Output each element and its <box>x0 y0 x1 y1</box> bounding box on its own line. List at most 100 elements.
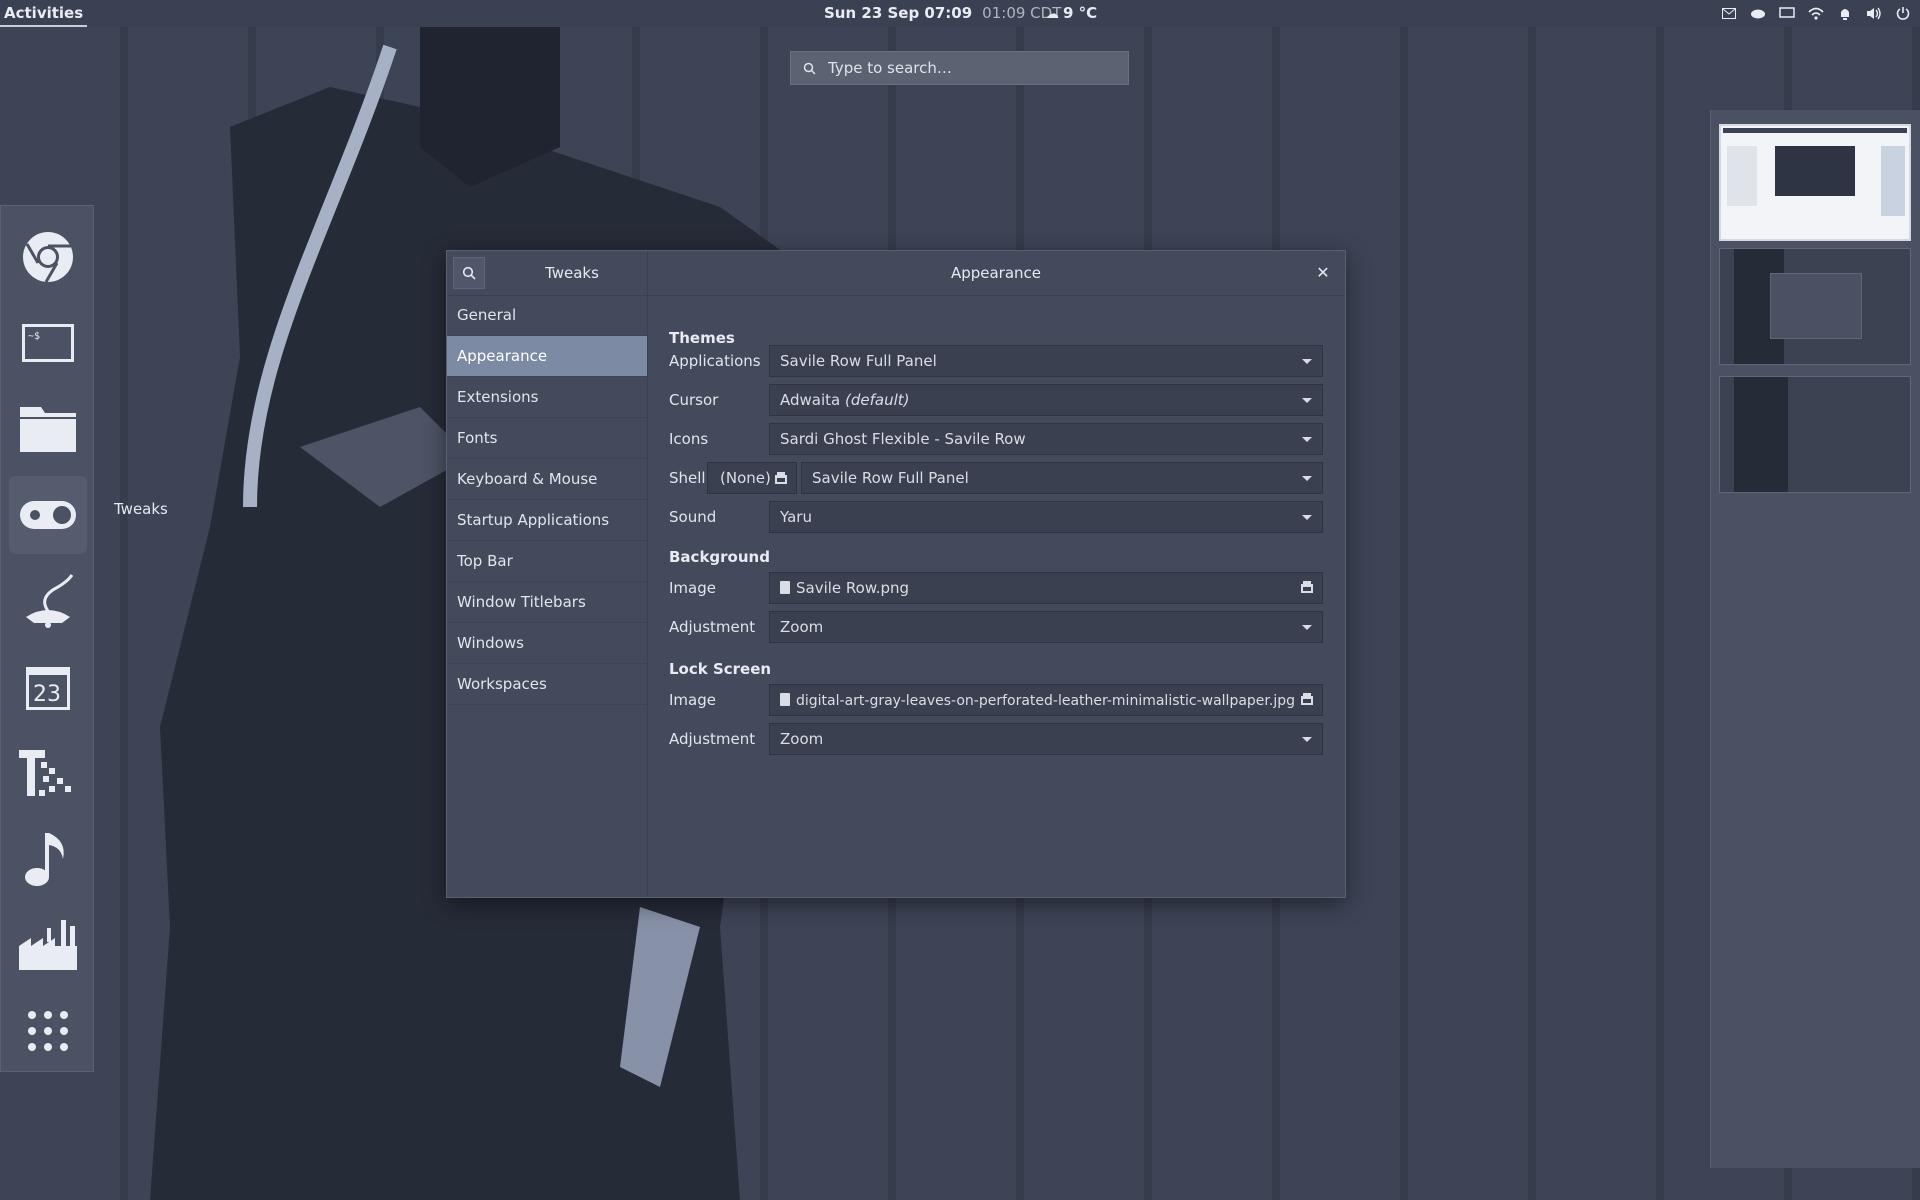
factory-icon <box>19 920 77 970</box>
calendar-launcher[interactable]: 23 <box>9 648 87 726</box>
show-apps-button[interactable] <box>9 992 87 1070</box>
volume-icon[interactable] <box>1865 5 1883 21</box>
pixel-app-launcher[interactable] <box>9 734 87 812</box>
chevron-down-icon <box>1302 437 1312 442</box>
weather-indicator[interactable]: ☁ 9 °C <box>1046 0 1097 28</box>
workspace-thumbnail-2[interactable] <box>1719 248 1911 365</box>
background-heading: Background <box>669 548 770 566</box>
terminal-icon: ~$ <box>22 324 74 362</box>
cursor-default-tag: (default) <box>845 391 910 409</box>
nav-item-extensions[interactable]: Extensions <box>447 377 647 418</box>
chevron-down-icon <box>1302 359 1312 364</box>
overview-search[interactable] <box>790 51 1129 85</box>
terminal-launcher[interactable]: ~$ <box>9 304 87 382</box>
nav-item-appearance[interactable]: Appearance <box>447 336 647 377</box>
dash: ~$ 23 <box>0 205 94 1072</box>
chevron-down-icon <box>1302 737 1312 742</box>
shell-none-value: (None) <box>720 469 771 487</box>
shell-none-button[interactable]: (None) <box>707 462 797 494</box>
wifi-icon[interactable] <box>1807 5 1825 21</box>
shell-value: Savile Row Full Panel <box>812 469 969 487</box>
genie-lamp-icon <box>26 574 74 628</box>
nav-item-windows[interactable]: Windows <box>447 623 647 664</box>
cloud-icon[interactable] <box>1749 5 1767 21</box>
icons-label: Icons <box>669 430 709 448</box>
tweaks-sidebar: General Appearance Extensions Fonts Keyb… <box>447 295 648 897</box>
genie-launcher[interactable] <box>9 562 87 640</box>
close-button[interactable]: ✕ <box>1313 263 1333 283</box>
applications-dropdown[interactable]: Savile Row Full Panel <box>769 345 1323 377</box>
file-chooser-icon <box>775 472 787 484</box>
lock-adjustment-label: Adjustment <box>669 730 756 748</box>
factory-launcher[interactable] <box>9 906 87 984</box>
chevron-down-icon <box>1302 476 1312 481</box>
calendar-icon: 23 <box>26 667 70 710</box>
search-input[interactable] <box>826 58 1100 78</box>
nav-item-startup-applications[interactable]: Startup Applications <box>447 500 647 541</box>
file-chooser-icon <box>1301 581 1313 593</box>
chevron-down-icon <box>1302 625 1312 630</box>
sound-value: Yaru <box>780 508 812 526</box>
shell-dropdown[interactable]: Savile Row Full Panel <box>801 462 1323 494</box>
sound-label: Sound <box>669 508 717 526</box>
weather-icon: ☁ <box>1046 7 1059 22</box>
music-icon <box>25 833 64 886</box>
power-icon[interactable] <box>1894 5 1912 21</box>
shell-label: Shell <box>669 469 706 487</box>
close-icon: ✕ <box>1316 263 1330 282</box>
nav-item-window-titlebars[interactable]: Window Titlebars <box>447 582 647 623</box>
clock[interactable]: Sun 23 Sep 07:09 01:09 CDT <box>824 0 1061 27</box>
lock-image-label: Image <box>669 691 716 709</box>
activities-button[interactable]: Activities <box>0 0 88 27</box>
chevron-down-icon <box>1302 398 1312 403</box>
search-icon <box>803 62 816 75</box>
cursor-label: Cursor <box>669 391 719 409</box>
nav-item-keyboard-mouse[interactable]: Keyboard & Mouse <box>447 459 647 500</box>
lock-image-chooser[interactable]: digital-art-gray-leaves-on-perforated-le… <box>769 684 1323 716</box>
workspace-thumbnail-3[interactable] <box>1719 376 1911 493</box>
background-image-label: Image <box>669 579 716 597</box>
files-launcher[interactable] <box>9 390 87 468</box>
lock-image-value: digital-art-gray-leaves-on-perforated-le… <box>796 693 1295 709</box>
background-image-value: Savile Row.png <box>796 579 910 597</box>
background-adjustment-label: Adjustment <box>669 618 756 636</box>
display-icon[interactable] <box>1778 5 1796 21</box>
app-grid-icon <box>28 1011 68 1051</box>
dash-tooltip: Tweaks <box>114 500 168 518</box>
svg-text:~$: ~$ <box>28 331 40 342</box>
chrome-icon <box>23 232 73 283</box>
image-file-icon <box>780 693 790 706</box>
nav-item-general[interactable]: General <box>447 295 647 336</box>
mail-icon[interactable] <box>1720 5 1738 21</box>
music-launcher[interactable] <box>9 820 87 898</box>
tweaks-launcher[interactable] <box>9 476 87 554</box>
nav-item-top-bar[interactable]: Top Bar <box>447 541 647 582</box>
tweaks-window: Tweaks Appearance ✕ General Appearance E… <box>446 250 1346 898</box>
files-icon <box>20 407 76 452</box>
app-title: Tweaks <box>545 264 599 282</box>
themes-heading: Themes <box>669 329 735 347</box>
icons-dropdown[interactable]: Sardi Ghost Flexible - Savile Row <box>769 423 1323 455</box>
tweaks-icon <box>20 501 76 529</box>
notification-icon[interactable] <box>1836 5 1854 21</box>
cursor-dropdown[interactable]: Adwaita (default) <box>769 384 1323 416</box>
system-tray <box>1720 5 1912 21</box>
weather-temp: 9 °C <box>1063 4 1098 22</box>
appearance-panel: Themes Applications Savile Row Full Pane… <box>647 295 1345 897</box>
search-icon <box>462 266 476 280</box>
nav-item-fonts[interactable]: Fonts <box>447 418 647 459</box>
background-image-chooser[interactable]: Savile Row.png <box>769 572 1323 604</box>
workspace-thumbnail-1[interactable] <box>1719 124 1911 241</box>
chrome-launcher[interactable] <box>9 218 87 296</box>
lock-screen-heading: Lock Screen <box>669 660 772 678</box>
icons-value: Sardi Ghost Flexible - Savile Row <box>780 430 1026 448</box>
image-file-icon <box>780 581 790 594</box>
chevron-down-icon <box>1302 515 1312 520</box>
nav-item-workspaces[interactable]: Workspaces <box>447 664 647 705</box>
search-button[interactable] <box>453 257 485 289</box>
sound-dropdown[interactable]: Yaru <box>769 501 1323 533</box>
lock-adjustment-dropdown[interactable]: Zoom <box>769 723 1323 755</box>
header-left: Tweaks <box>447 251 648 295</box>
background-adjustment-dropdown[interactable]: Zoom <box>769 611 1323 643</box>
applications-value: Savile Row Full Panel <box>780 352 937 370</box>
